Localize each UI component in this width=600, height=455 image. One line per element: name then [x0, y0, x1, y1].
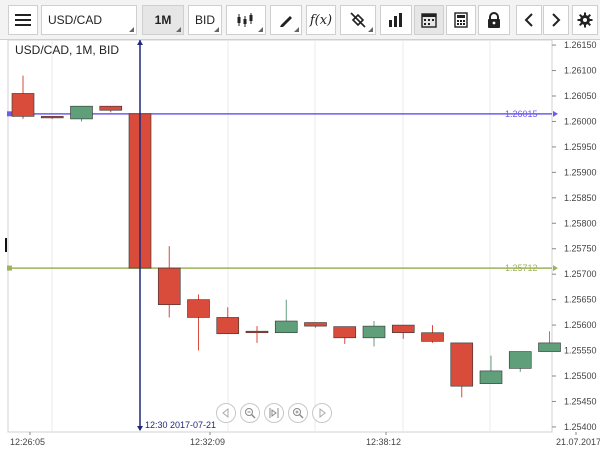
timeframe-select[interactable]: 1M — [142, 5, 184, 35]
nav-back-button[interactable] — [216, 403, 236, 423]
y-tick-label: 1.25700 — [564, 269, 597, 279]
draw-tool-button[interactable] — [270, 5, 302, 35]
crosshair-label: 12:30 2017-07-21 — [145, 420, 216, 430]
price-side-select[interactable]: BID — [188, 5, 222, 35]
y-tick-label: 1.25600 — [564, 320, 597, 330]
symbol-label: USD/CAD — [48, 13, 103, 27]
horizontal-line-handle — [7, 111, 12, 117]
indicators-button[interactable]: f(x) — [306, 5, 336, 35]
toolbar: USD/CAD 1M BID f(x) — [0, 0, 600, 40]
timeframe-label: 1M — [154, 13, 172, 27]
y-tick-label: 1.26150 — [564, 40, 597, 50]
x-tick-label: 12:32:09 — [190, 437, 225, 447]
reset-view-button[interactable] — [264, 403, 284, 423]
settings-button[interactable] — [572, 5, 598, 35]
candle-body — [99, 105, 123, 111]
y-tick-label: 1.25850 — [564, 193, 597, 203]
symbol-select[interactable]: USD/CAD — [41, 5, 137, 35]
candle-body — [304, 322, 327, 327]
bar-chart-icon — [389, 13, 402, 27]
lock-icon — [488, 11, 500, 28]
y-tick-label: 1.25750 — [564, 244, 597, 254]
candle-body — [216, 317, 240, 335]
candle-body — [391, 324, 415, 334]
y-tick-label: 1.25550 — [564, 346, 597, 356]
y-tick-label: 1.25650 — [564, 295, 597, 305]
horizontal-line-label: 1.25712 — [505, 263, 538, 273]
nav-forward-button[interactable] — [312, 403, 332, 423]
y-tick-label: 1.25900 — [564, 167, 597, 177]
calculator-icon — [454, 12, 468, 28]
scroll-right-button[interactable] — [543, 5, 569, 35]
horizontal-line-handle — [7, 265, 12, 271]
price-side-label: BID — [194, 13, 215, 27]
triangle-right-icon — [319, 408, 326, 418]
calendar-icon — [421, 13, 437, 28]
candle-body — [362, 325, 386, 339]
y-tick-label: 1.26100 — [564, 66, 597, 76]
chart-title: USD/CAD, 1M, BID — [15, 43, 120, 57]
x-tick-label: 21.07.2017 — [556, 437, 600, 447]
zoom-in-button[interactable] — [288, 403, 308, 423]
y-tick-label: 1.25950 — [564, 142, 597, 152]
calendar-button[interactable] — [414, 5, 444, 35]
chart-navigation — [216, 403, 332, 423]
candle-body — [187, 299, 210, 318]
candle-body — [157, 267, 181, 306]
x-axis: 12:26:05 12:32:09 12:38:12 21.07.2017 — [10, 432, 600, 447]
zoom-in-icon — [293, 408, 304, 419]
x-tick-label: 12:38:12 — [366, 437, 401, 447]
y-tick-label: 1.25800 — [564, 218, 597, 228]
y-tick-label: 1.25400 — [564, 422, 597, 432]
chevron-right-icon — [552, 13, 561, 27]
triangle-left-icon — [222, 408, 229, 418]
candle-body — [40, 116, 64, 119]
erase-button[interactable] — [340, 5, 376, 35]
y-tick-label: 1.25500 — [564, 371, 597, 381]
horizontal-line-arrow — [553, 265, 558, 272]
y-tick-label: 1.26050 — [564, 91, 597, 101]
candle-body — [538, 342, 561, 352]
candle-body — [479, 370, 503, 384]
candle-body — [11, 93, 35, 117]
zoom-out-icon — [245, 408, 256, 419]
menu-button[interactable] — [8, 5, 38, 35]
calculator-button[interactable] — [446, 5, 476, 35]
candle-body — [508, 351, 532, 369]
pencil-icon — [280, 16, 292, 27]
menu-icon — [15, 14, 31, 26]
gear-icon — [577, 12, 593, 28]
x-tick-label: 12:26:05 — [10, 437, 45, 447]
fx-icon: f(x) — [309, 12, 333, 28]
drag-handle — [5, 238, 7, 252]
horizontal-line-label: 1.26015 — [505, 109, 538, 119]
candlestick-chart[interactable]: 1.26150 1.26100 1.26050 1.26000 1.25950 1.259… — [0, 0, 600, 455]
chevron-left-icon — [524, 13, 533, 27]
horizontal-line-arrow — [553, 110, 558, 117]
candle-body — [421, 332, 444, 342]
y-tick-label: 1.25450 — [564, 396, 597, 406]
candle-body — [450, 342, 474, 387]
candle-body — [245, 330, 269, 334]
y-axis: 1.26150 1.26100 1.26050 1.26000 1.25950 1.259… — [552, 40, 597, 432]
candle-body — [70, 105, 93, 120]
scroll-left-button[interactable] — [516, 5, 542, 35]
candle-body — [274, 320, 298, 334]
fit-icon — [269, 408, 279, 418]
candlestick-icon — [237, 13, 253, 27]
volume-button[interactable] — [380, 5, 412, 35]
chart-type-button[interactable] — [226, 5, 266, 35]
y-tick-label: 1.26000 — [564, 116, 597, 126]
candle-body — [333, 326, 357, 339]
zoom-out-button[interactable] — [240, 403, 260, 423]
lock-button[interactable] — [478, 5, 510, 35]
eraser-icon — [350, 12, 366, 28]
